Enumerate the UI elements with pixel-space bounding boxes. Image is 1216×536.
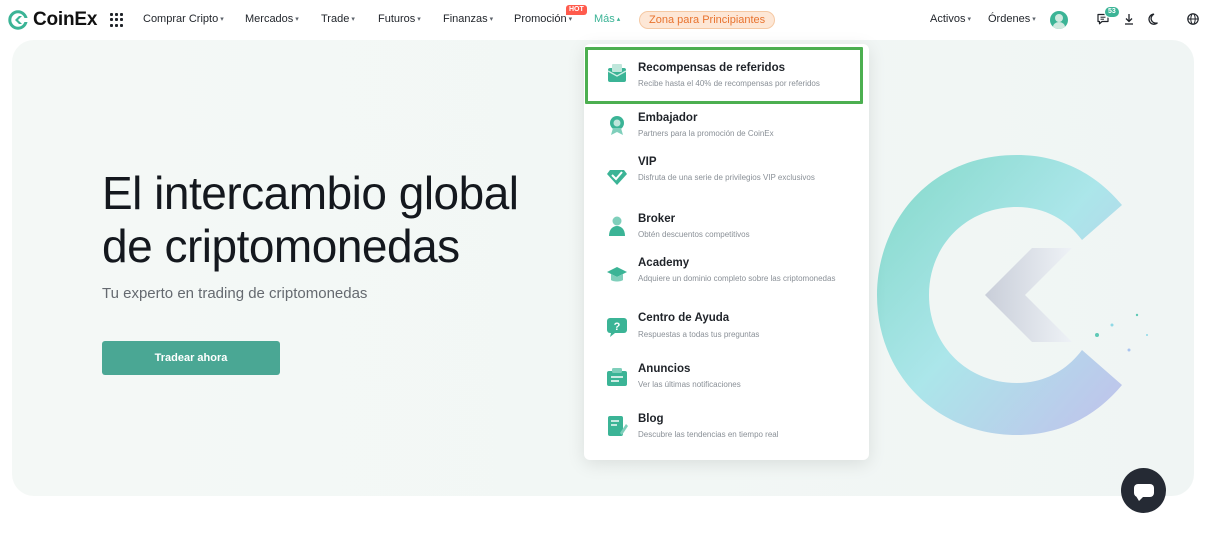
menu-item-desc: Partners para la promoción de CoinEx [638,129,774,138]
chevron-down-icon: ▾ [568,16,573,23]
menu-item-desc: Adquiere un dominio completo sobre las c… [638,274,836,283]
menu-item-referral-rewards[interactable]: Recompensas de referidos Recibe hasta el… [584,50,869,104]
coinex-logo[interactable]: CoinEx [8,9,97,31]
nav-label: Activos [930,13,966,25]
menu-item-desc: Respuestas a todas tus preguntas [638,330,760,339]
menu-item-desc: Disfruta de una serie de privilegios VIP… [638,173,815,182]
nav-futuros[interactable]: Futuros ▾ [378,13,421,25]
hero-title-line-1: El intercambio global [102,167,519,219]
menu-item-desc: Ver las últimas notificaciones [638,380,741,389]
nav-label: Comprar Cripto [143,13,219,25]
hero-subtitle: Tu experto en trading de criptomonedas [102,285,368,302]
language-globe-icon[interactable] [1186,12,1200,26]
nav-label: Órdenes [988,13,1031,25]
trade-now-button[interactable]: Tradear ahora [102,341,280,375]
messages-count-badge: 53 [1104,6,1120,18]
coinex-logo-icon [8,10,28,30]
more-dropdown-menu: Recompensas de referidos Recibe hasta el… [584,44,869,460]
menu-item-title: Embajador [638,112,698,124]
menu-item-ambassador[interactable]: Embajador Partners para la promoción de … [584,106,869,152]
support-chat-button[interactable] [1121,468,1166,513]
download-icon[interactable] [1122,12,1136,26]
nav-label: Trade [321,13,350,25]
dark-mode-moon-icon[interactable] [1148,12,1162,26]
blog-icon [608,416,628,436]
chevron-down-icon: ▾ [967,16,971,23]
menu-item-title: Broker [638,213,676,225]
medal-icon [610,116,624,135]
menu-item-vip[interactable]: VIP Disfruta de una serie de privilegios… [584,152,869,204]
coinex-3d-logo-art [877,155,1148,435]
chevron-down-icon: ▾ [295,16,299,23]
menu-item-blog[interactable]: Blog Descubre las tendencias en tiempo r… [584,406,869,454]
menu-item-help-center[interactable]: ? Centro de Ayuda Respuestas a todas tus… [584,306,869,354]
diamond-icon [607,170,627,185]
menu-item-title: Blog [638,413,664,425]
nav-trade[interactable]: Trade ▾ [321,13,355,25]
menu-item-title: VIP [638,156,657,168]
nav-promocion[interactable]: Promoción ▾ [514,13,572,25]
chevron-up-icon: ▴ [616,16,621,23]
top-navbar: CoinEx Comprar Cripto ▾ Mercados ▾ Trade ▾ … [0,0,1216,40]
user-avatar[interactable] [1050,11,1068,29]
nav-ordenes[interactable]: Órdenes ▾ [988,13,1036,25]
chevron-down-icon: ▾ [351,16,355,23]
hot-badge: HOT [566,5,587,15]
menu-item-title: Academy [638,257,690,269]
menu-item-desc: Descubre las tendencias en tiempo real [638,430,779,439]
nav-label: Promoción [514,13,567,25]
announcement-icon [607,368,627,386]
menu-item-title: Anuncios [638,363,691,375]
hero-title-line-2: de criptomonedas [102,220,460,272]
chat-bubble-icon [1133,484,1154,501]
help-icon: ? [607,318,627,337]
nav-label: Finanzas [443,13,488,25]
gift-envelope-icon [607,64,627,82]
menu-item-title: Centro de Ayuda [638,312,730,324]
beginner-zone-button[interactable]: Zona para Principiantes [639,11,776,29]
menu-item-desc: Obtén descuentos competitivos [638,230,750,239]
chevron-down-icon: ▾ [1032,16,1036,23]
svg-text:?: ? [614,321,621,333]
nav-label: Futuros [378,13,416,25]
nav-label: Mercados [245,13,294,25]
menu-item-announcements[interactable]: Anuncios Ver las últimas notificaciones [584,356,869,404]
graduation-cap-icon [607,267,627,282]
chevron-down-icon: ▾ [220,16,224,23]
nav-label: Más [594,13,615,25]
nav-mercados[interactable]: Mercados ▾ [245,13,299,25]
nav-mas[interactable]: Más ▴ [594,13,620,25]
logo-text: CoinEx [33,9,98,30]
nav-finanzas[interactable]: Finanzas ▾ [443,13,493,25]
menu-item-broker[interactable]: Broker Obtén descuentos competitivos [584,206,869,252]
chevron-down-icon: ▾ [489,16,494,23]
person-icon [609,216,625,236]
hero-title: El intercambio global de criptomonedas [102,167,519,273]
nav-activos[interactable]: Activos ▾ [930,13,971,25]
menu-item-desc: Recibe hasta el 40% de recompensas por r… [638,79,820,88]
chevron-down-icon: ▾ [417,16,421,23]
menu-item-title: Recompensas de referidos [638,62,786,74]
apps-grid-icon[interactable] [110,13,124,27]
menu-item-academy[interactable]: Academy Adquiere un dominio completo sob… [584,252,869,306]
nav-comprar-cripto[interactable]: Comprar Cripto ▾ [143,13,224,25]
